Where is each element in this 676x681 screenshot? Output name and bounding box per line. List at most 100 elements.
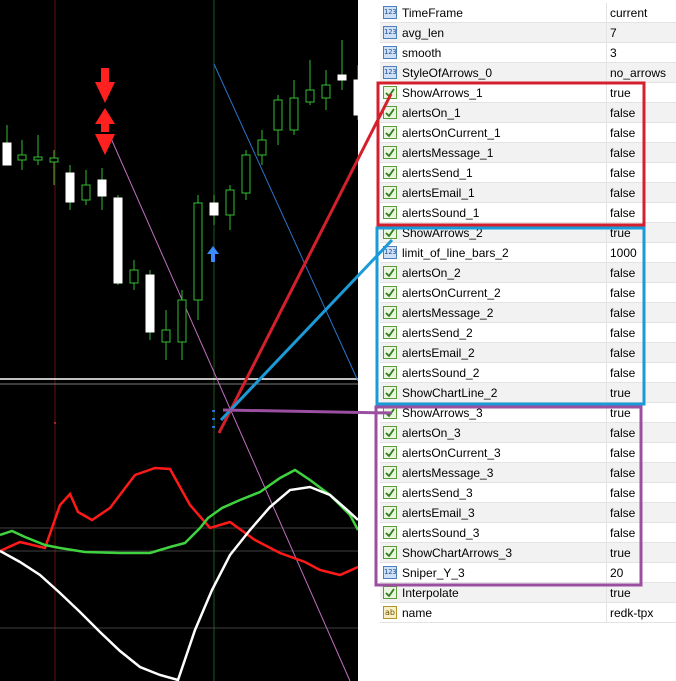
boolean-check-icon [383, 366, 397, 379]
property-value[interactable]: 3 [610, 46, 617, 60]
property-row-alertsemail-1[interactable]: alertsEmail_1 false [380, 183, 676, 203]
chart-trendline-blue [213, 63, 358, 382]
candle [97, 168, 107, 210]
property-row-alertsmessage-2[interactable]: alertsMessage_2 false [380, 303, 676, 323]
column-separator [606, 423, 607, 442]
boolean-check-icon [383, 546, 397, 559]
property-row-showarrows-2[interactable]: ShowArrows_2 true [380, 223, 676, 243]
123-number-icon: 123 [383, 26, 397, 39]
property-row-alertsoncurrent-3[interactable]: alertsOnCurrent_3 false [380, 443, 676, 463]
property-row-interpolate[interactable]: Interpolate true [380, 583, 676, 603]
column-separator [606, 523, 607, 542]
property-value[interactable]: 20 [610, 566, 623, 580]
property-name: alertsOnCurrent_1 [402, 126, 501, 140]
property-value[interactable]: redk-tpx [610, 606, 653, 620]
property-row-name[interactable]: ab name redk-tpx [380, 603, 676, 623]
property-row-alertsmessage-1[interactable]: alertsMessage_1 false [380, 143, 676, 163]
property-row-showchartline-2[interactable]: ShowChartLine_2 true [380, 383, 676, 403]
property-value[interactable]: false [610, 426, 635, 440]
property-value[interactable]: true [610, 226, 631, 240]
property-value[interactable]: true [610, 546, 631, 560]
property-value[interactable]: false [610, 206, 635, 220]
property-row-alertsmessage-3[interactable]: alertsMessage_3 false [380, 463, 676, 483]
indicator-marker-dot [54, 422, 56, 424]
boolean-check-icon [383, 326, 397, 339]
property-row-alertsemail-3[interactable]: alertsEmail_3 false [380, 503, 676, 523]
property-name: ShowArrows_3 [402, 406, 483, 420]
property-row-alertssound-3[interactable]: alertsSound_3 false [380, 523, 676, 543]
property-row-alertsoncurrent-1[interactable]: alertsOnCurrent_1 false [380, 123, 676, 143]
property-row-alertssound-1[interactable]: alertsSound_1 false [380, 203, 676, 223]
property-name: ShowArrows_2 [402, 226, 483, 240]
property-value[interactable]: false [610, 466, 635, 480]
property-value[interactable]: false [610, 526, 635, 540]
sell-arrow-icon [95, 68, 115, 103]
property-row-alertssound-2[interactable]: alertsSound_2 false [380, 363, 676, 383]
property-row-showarrows-1[interactable]: ShowArrows_1 true [380, 83, 676, 103]
property-row-sniper-y-3[interactable]: 123 Sniper_Y_3 20 [380, 563, 676, 583]
column-separator [606, 283, 607, 302]
property-value[interactable]: false [610, 146, 635, 160]
property-value[interactable]: no_arrows [610, 66, 666, 80]
property-row-alertssend-2[interactable]: alertsSend_2 false [380, 323, 676, 343]
column-separator [606, 603, 607, 622]
property-row-limit-of-line-bars-2[interactable]: 123 limit_of_line_bars_2 1000 [380, 243, 676, 263]
column-separator [606, 143, 607, 162]
property-value[interactable]: false [610, 486, 635, 500]
column-separator [606, 123, 607, 142]
property-row-avg-len[interactable]: 123 avg_len 7 [380, 23, 676, 43]
property-value[interactable]: false [610, 446, 635, 460]
property-row-alertsemail-2[interactable]: alertsEmail_2 false [380, 343, 676, 363]
property-row-alertssend-1[interactable]: alertsSend_1 false [380, 163, 676, 183]
property-name: name [402, 606, 433, 620]
property-value[interactable]: false [610, 366, 635, 380]
property-value[interactable]: false [610, 186, 635, 200]
boolean-check-icon [383, 106, 397, 119]
property-row-showarrows-3[interactable]: ShowArrows_3 true [380, 403, 676, 423]
property-name: alertsMessage_3 [402, 466, 494, 480]
property-name: Sniper_Y_3 [402, 566, 465, 580]
123-number-icon: 123 [383, 66, 397, 79]
property-row-alertson-1[interactable]: alertsOn_1 false [380, 103, 676, 123]
price-chart-panel[interactable] [0, 0, 358, 681]
column-separator [606, 543, 607, 562]
boolean-check-icon [383, 406, 397, 419]
property-value[interactable]: false [610, 506, 635, 520]
property-value[interactable]: true [610, 86, 631, 100]
property-value[interactable]: true [610, 386, 631, 400]
property-name: alertsEmail_1 [402, 186, 475, 200]
property-row-alertssend-3[interactable]: alertsSend_3 false [380, 483, 676, 503]
candle [33, 135, 43, 165]
column-separator [606, 63, 607, 82]
property-value[interactable]: false [610, 166, 635, 180]
property-value[interactable]: false [610, 266, 635, 280]
boolean-check-icon [383, 526, 397, 539]
property-row-alertson-3[interactable]: alertsOn_3 false [380, 423, 676, 443]
candle [17, 140, 27, 170]
property-row-timeframe[interactable]: 123 TimeFrame current [380, 3, 676, 23]
property-row-styleofarrows-0[interactable]: 123 StyleOfArrows_0 no_arrows [380, 63, 676, 83]
indicator-properties-grid[interactable]: 123 TimeFrame current 123 avg_len 7 123 smooth 3… [380, 0, 676, 681]
property-value[interactable]: true [610, 586, 631, 600]
property-row-alertson-2[interactable]: alertsOn_2 false [380, 263, 676, 283]
property-value[interactable]: false [610, 346, 635, 360]
property-value[interactable]: false [610, 286, 635, 300]
property-value[interactable]: 7 [610, 26, 617, 40]
property-value[interactable]: true [610, 406, 631, 420]
property-value[interactable]: false [610, 126, 635, 140]
candle [257, 130, 267, 165]
property-name: Interpolate [402, 586, 459, 600]
property-name: alertsOnCurrent_3 [402, 446, 501, 460]
property-row-showchartarrows-3[interactable]: ShowChartArrows_3 true [380, 543, 676, 563]
property-value[interactable]: 1000 [610, 246, 637, 260]
property-value[interactable]: false [610, 106, 635, 120]
column-separator [606, 183, 607, 202]
boolean-check-icon [383, 226, 397, 239]
property-value[interactable]: false [610, 306, 635, 320]
property-row-alertsoncurrent-2[interactable]: alertsOnCurrent_2 false [380, 283, 676, 303]
candle [193, 195, 203, 320]
property-row-smooth[interactable]: 123 smooth 3 [380, 43, 676, 63]
property-value[interactable]: false [610, 326, 635, 340]
column-separator [606, 563, 607, 582]
property-value[interactable]: current [610, 6, 647, 20]
